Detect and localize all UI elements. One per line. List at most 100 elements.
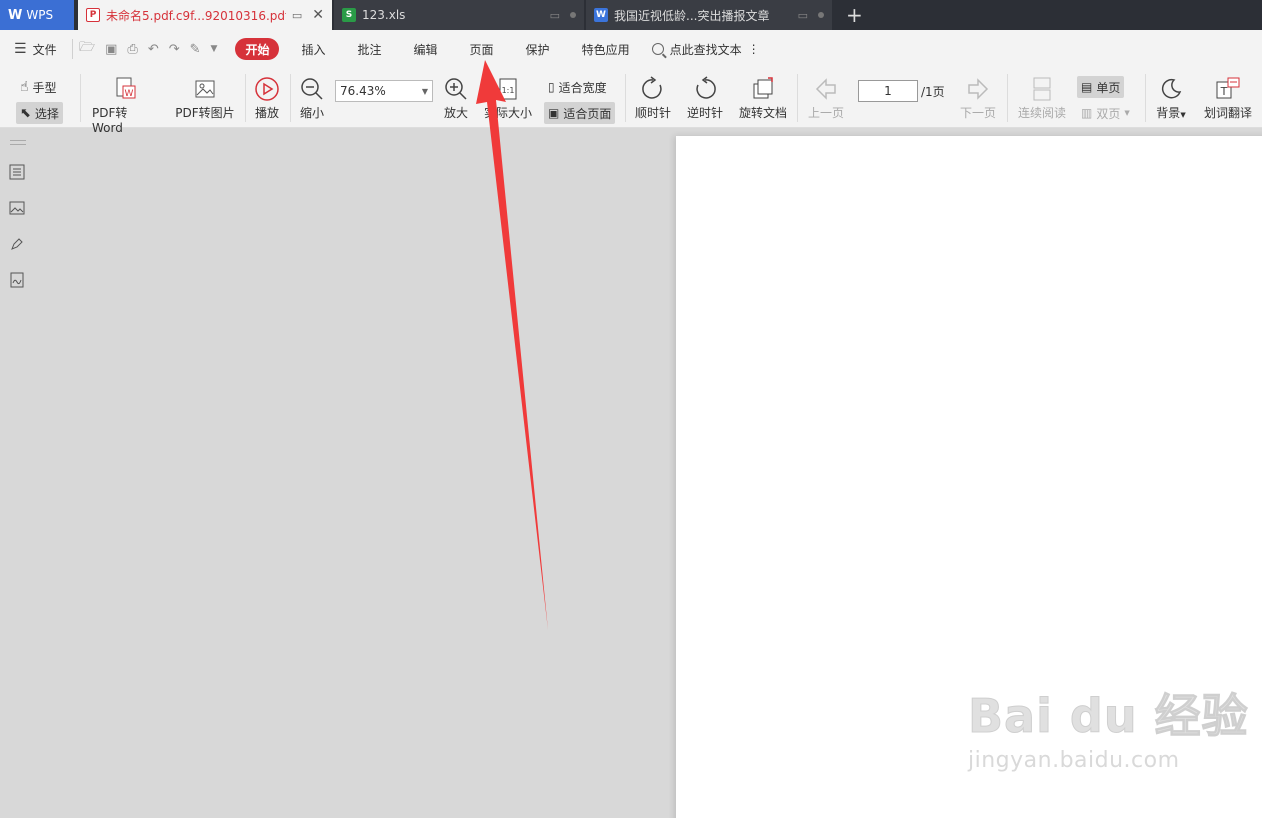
previous-page-label: 上一页 [807, 106, 844, 120]
zoom-out-button[interactable]: 缩小 [298, 74, 326, 121]
word-translate-label: 划词翻译 [1203, 106, 1252, 120]
rotate-document-label: 旋转文档 [738, 106, 787, 120]
zoom-in-button[interactable]: 放大 [442, 74, 470, 121]
menu-tab-comment[interactable]: 批注 [342, 38, 398, 60]
background-button[interactable]: 背景▼ [1152, 74, 1190, 121]
file-menu-label: 文件 [32, 42, 57, 57]
fit-width-button[interactable]: ▯ 适合宽度 [544, 76, 611, 98]
annotation-pen-icon[interactable] [9, 236, 25, 252]
play-icon [254, 74, 280, 104]
page-total-label: /1页 [921, 85, 945, 99]
thumbnail-image-icon[interactable] [9, 200, 25, 216]
sidebar-grip-icon[interactable] [10, 140, 26, 145]
moon-icon [1159, 74, 1183, 104]
more-options-icon[interactable]: ⋮ [748, 42, 760, 56]
rotate-counterclockwise-button[interactable]: 逆时针 [684, 74, 726, 121]
tab-xls-document[interactable]: S 123.xls ▭ [334, 0, 584, 30]
svg-text:W: W [125, 89, 134, 99]
wps-home-tab[interactable]: W WPS [0, 0, 74, 30]
word-translate-button[interactable]: T 划词翻译 [1202, 74, 1254, 121]
monitor-icon[interactable]: ▭ [550, 9, 560, 22]
watermark-main-text: Bai du 经验 [968, 689, 1249, 744]
open-folder-icon[interactable]: 🗁 [79, 38, 95, 60]
double-page-icon: ▥ [1081, 106, 1093, 120]
quick-access-toolbar: 🗁 ▣ ⎙ ↶ ↷ ✎ ▼ [72, 39, 217, 59]
divider [797, 74, 798, 122]
chevron-down-icon: ▼ [421, 86, 428, 96]
file-menu-button[interactable]: ☰ 文件 [0, 41, 72, 58]
double-page-label: 双页 [1096, 106, 1121, 121]
next-page-label: 下一页 [959, 106, 996, 120]
new-tab-button[interactable]: + [832, 0, 877, 30]
unsaved-dot-icon [818, 12, 824, 18]
rotate-document-icon [750, 74, 776, 104]
previous-page-button[interactable]: 上一页 [806, 74, 846, 121]
menu-bar: ☰ 文件 🗁 ▣ ⎙ ↶ ↷ ✎ ▼ 开始 插入 批注 编辑 页面 保护 特色应… [0, 30, 1262, 68]
divider [1145, 74, 1146, 122]
divider [625, 74, 626, 122]
zoom-level-select[interactable]: 76.43% ▼ [335, 80, 433, 102]
page-number-input[interactable]: 1 [858, 80, 918, 102]
find-text-button[interactable]: 点此查找文本 ⋮ [651, 41, 760, 58]
play-button[interactable]: 播放 [252, 74, 282, 121]
svg-text:T: T [1220, 85, 1228, 98]
tab-title: 我国近视低龄...突出播报文章 [614, 8, 770, 23]
single-page-button[interactable]: ▤ 单页 [1077, 76, 1125, 98]
arrow-left-icon [814, 74, 838, 104]
background-label: 背景▼ [1156, 106, 1186, 120]
continuous-reading-label: 连续阅读 [1017, 106, 1066, 120]
menu-tab-features[interactable]: 特色应用 [566, 38, 646, 60]
pdf-to-image-button[interactable]: PDF转图片 [175, 74, 235, 121]
hamburger-icon: ☰ [14, 41, 27, 57]
monitor-icon[interactable]: ▭ [798, 9, 808, 22]
sign-icon[interactable]: ✎ [190, 42, 201, 57]
hand-tool-label: 手型 [32, 80, 57, 95]
close-tab-icon[interactable]: ✕ [312, 7, 324, 23]
tab-pdf-document[interactable]: P 未命名5.pdf.c9f...92010316.pdf ▭ ✕ [78, 0, 332, 30]
double-page-button[interactable]: ▥ 双页 ▼ [1077, 102, 1134, 124]
print-icon[interactable]: ⎙ [127, 42, 137, 57]
menu-tab-edit[interactable]: 编辑 [398, 38, 454, 60]
rotate-document-button[interactable]: 旋转文档 [737, 74, 789, 121]
monitor-icon[interactable]: ▭ [292, 9, 302, 22]
continuous-pages-icon [1030, 74, 1054, 104]
signature-icon[interactable] [9, 272, 25, 288]
pdf-file-icon: P [86, 8, 100, 22]
left-sidebar [0, 128, 34, 818]
chevron-down-icon[interactable]: ▼ [211, 44, 218, 54]
outline-list-icon[interactable] [9, 164, 25, 180]
actual-size-button[interactable]: 1:1 实际大小 [482, 74, 534, 121]
menu-tab-insert[interactable]: 插入 [285, 38, 341, 60]
next-page-button[interactable]: 下一页 [958, 74, 998, 121]
select-tool-button[interactable]: ⬉ 选择 [16, 102, 63, 124]
tab-doc-document[interactable]: W 我国近视低龄...突出播报文章 ▭ [586, 0, 832, 30]
fit-width-label: 适合宽度 [558, 80, 607, 95]
word-file-icon: W [594, 8, 608, 22]
continuous-reading-button[interactable]: 连续阅读 [1016, 74, 1068, 121]
menu-tab-protect[interactable]: 保护 [510, 38, 566, 60]
single-page-icon: ▤ [1081, 80, 1093, 94]
find-text-label: 点此查找文本 [669, 42, 742, 57]
pdf-to-word-button[interactable]: W PDF转Word [92, 74, 158, 135]
save-icon[interactable]: ▣ [105, 42, 117, 57]
image-icon [193, 74, 217, 104]
select-tool-label: 选择 [34, 106, 59, 121]
hand-tool-button[interactable]: ☝ 手型 [16, 76, 61, 98]
fit-page-label: 适合页面 [563, 106, 612, 121]
wps-label: WPS [26, 8, 54, 22]
redo-icon[interactable]: ↷ [169, 42, 180, 57]
menu-tab-start[interactable]: 开始 [235, 38, 280, 60]
rotate-clockwise-label: 顺时针 [634, 106, 671, 120]
arrow-right-icon [966, 74, 990, 104]
menu-tab-page[interactable]: 页面 [454, 38, 510, 60]
unsaved-dot-icon [570, 12, 576, 18]
chevron-down-icon: ▼ [1124, 109, 1130, 117]
search-icon [651, 43, 664, 55]
fit-page-button[interactable]: ▣ 适合页面 [544, 102, 616, 124]
spreadsheet-file-icon: S [342, 8, 356, 22]
rotate-clockwise-button[interactable]: 顺时针 [632, 74, 674, 121]
menu-tabs: 开始 插入 批注 编辑 页面 保护 特色应用 [235, 38, 645, 60]
play-label: 播放 [254, 106, 279, 120]
pdf-to-word-label: PDF转Word [92, 106, 128, 135]
undo-icon[interactable]: ↶ [148, 42, 159, 57]
